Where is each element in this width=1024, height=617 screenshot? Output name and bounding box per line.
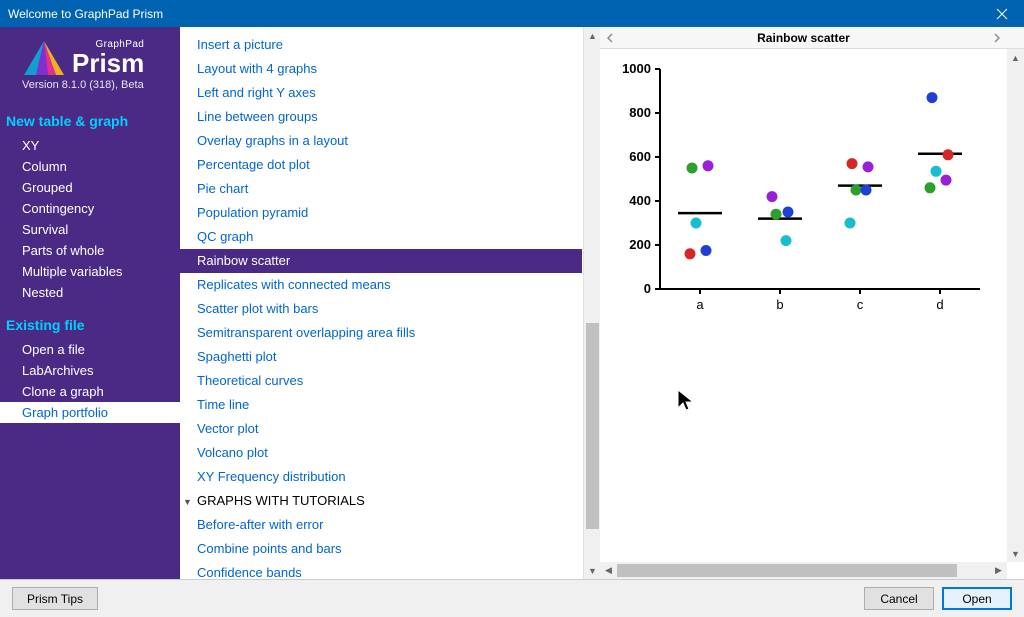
prism-logo-icon — [22, 39, 66, 77]
sidebar-item-contingency[interactable]: Contingency — [0, 198, 180, 219]
close-icon — [996, 8, 1008, 20]
sidebar-item-xy[interactable]: XY — [0, 135, 180, 156]
footer: Prism Tips Cancel Open — [0, 579, 1024, 617]
svg-text:400: 400 — [629, 193, 651, 208]
list-item[interactable]: Scatter plot with bars — [180, 297, 582, 321]
preview-header: Rainbow scatter — [600, 27, 1024, 49]
preview-prev-button[interactable] — [600, 27, 620, 49]
sidebar-item-open-a-file[interactable]: Open a file — [0, 339, 180, 360]
preview-next-button[interactable] — [987, 27, 1007, 49]
list-item[interactable]: Volcano plot — [180, 441, 582, 465]
sidebar-item-multiple-variables[interactable]: Multiple variables — [0, 261, 180, 282]
prism-tips-button[interactable]: Prism Tips — [12, 587, 98, 610]
scrollbar-thumb[interactable] — [586, 323, 599, 529]
open-button[interactable]: Open — [942, 587, 1012, 610]
list-item[interactable]: Percentage dot plot — [180, 153, 582, 177]
sidebar-item-nested[interactable]: Nested — [0, 282, 180, 303]
sidebar-item-survival[interactable]: Survival — [0, 219, 180, 240]
list-item[interactable]: QC graph — [180, 225, 582, 249]
scroll-left-icon[interactable]: ◀ — [600, 562, 617, 579]
list-item[interactable]: Left and right Y axes — [180, 81, 582, 105]
list-scrollbar[interactable]: ▲ ▼ — [583, 27, 600, 579]
svg-text:d: d — [936, 297, 943, 312]
list-group-header-tutorials[interactable]: GRAPHS WITH TUTORIALS — [180, 489, 582, 513]
scroll-up-icon[interactable]: ▲ — [1007, 49, 1024, 66]
preview-panel: Rainbow scatter 0 200 400 600 800 1000 a b c d ▲ … — [600, 27, 1024, 579]
svg-text:0: 0 — [644, 281, 651, 296]
portfolio-list[interactable]: Insert a picture Layout with 4 graphs Le… — [180, 27, 582, 579]
chevron-right-icon — [993, 33, 1001, 43]
preview-horizontal-scrollbar[interactable]: ◀ ▶ — [600, 562, 1007, 579]
list-item[interactable]: Overlay graphs in a layout — [180, 129, 582, 153]
section-header-new-table: New table & graph — [0, 99, 180, 135]
scroll-right-icon[interactable]: ▶ — [990, 562, 1007, 579]
scroll-down-icon[interactable]: ▼ — [584, 562, 601, 579]
preview-vertical-scrollbar[interactable]: ▲ ▼ — [1007, 49, 1024, 562]
list-item[interactable]: Spaghetti plot — [180, 345, 582, 369]
list-item[interactable]: Line between groups — [180, 105, 582, 129]
version-text: Version 8.1.0 (318), Beta — [22, 79, 164, 91]
sidebar-item-clone-a-graph[interactable]: Clone a graph — [0, 381, 180, 402]
svg-text:600: 600 — [629, 149, 651, 164]
preview-title: Rainbow scatter — [620, 31, 987, 45]
svg-text:800: 800 — [629, 105, 651, 120]
chevron-left-icon — [606, 33, 614, 43]
list-item[interactable]: Before-after with error — [180, 513, 582, 537]
sidebar-item-grouped[interactable]: Grouped — [0, 177, 180, 198]
portfolio-list-panel: Insert a picture Layout with 4 graphs Le… — [180, 27, 600, 579]
titlebar: Welcome to GraphPad Prism — [0, 0, 1024, 27]
sidebar-item-column[interactable]: Column — [0, 156, 180, 177]
sidebar-item-labarchives[interactable]: LabArchives — [0, 360, 180, 381]
svg-text:a: a — [696, 297, 704, 312]
cancel-button[interactable]: Cancel — [864, 587, 934, 610]
svg-text:c: c — [857, 297, 864, 312]
preview-body: 0 200 400 600 800 1000 a b c d — [600, 49, 1024, 579]
sidebar-item-parts-of-whole[interactable]: Parts of whole — [0, 240, 180, 261]
list-item[interactable]: Layout with 4 graphs — [180, 57, 582, 81]
scrollbar-thumb[interactable] — [617, 564, 957, 577]
list-item[interactable]: Population pyramid — [180, 201, 582, 225]
list-item[interactable]: Semitransparent overlapping area fills — [180, 321, 582, 345]
list-item[interactable]: Theoretical curves — [180, 369, 582, 393]
list-item[interactable]: Pie chart — [180, 177, 582, 201]
logo-prism-text: Prism — [72, 50, 144, 76]
section-header-existing-file: Existing file — [0, 303, 180, 339]
svg-text:b: b — [776, 297, 783, 312]
list-item[interactable]: XY Frequency distribution — [180, 465, 582, 489]
list-item[interactable]: Insert a picture — [180, 33, 582, 57]
svg-text:200: 200 — [629, 237, 651, 252]
scroll-up-icon[interactable]: ▲ — [584, 27, 601, 44]
list-item[interactable]: Combine points and bars — [180, 537, 582, 561]
svg-text:1000: 1000 — [622, 61, 651, 76]
list-item[interactable]: Time line — [180, 393, 582, 417]
list-item-rainbow-scatter[interactable]: Rainbow scatter — [180, 249, 582, 273]
logo-area: GraphPad Prism Version 8.1.0 (318), Beta — [0, 39, 180, 99]
list-item[interactable]: Vector plot — [180, 417, 582, 441]
close-button[interactable] — [979, 0, 1024, 27]
sidebar: GraphPad Prism Version 8.1.0 (318), Beta… — [0, 27, 180, 579]
sidebar-item-graph-portfolio[interactable]: Graph portfolio — [0, 402, 180, 423]
list-item[interactable]: Replicates with connected means — [180, 273, 582, 297]
scroll-down-icon[interactable]: ▼ — [1007, 545, 1024, 562]
window-title: Welcome to GraphPad Prism — [8, 7, 163, 21]
rainbow-scatter-chart: 0 200 400 600 800 1000 a b c d — [610, 59, 990, 319]
list-item[interactable]: Confidence bands — [180, 561, 582, 579]
